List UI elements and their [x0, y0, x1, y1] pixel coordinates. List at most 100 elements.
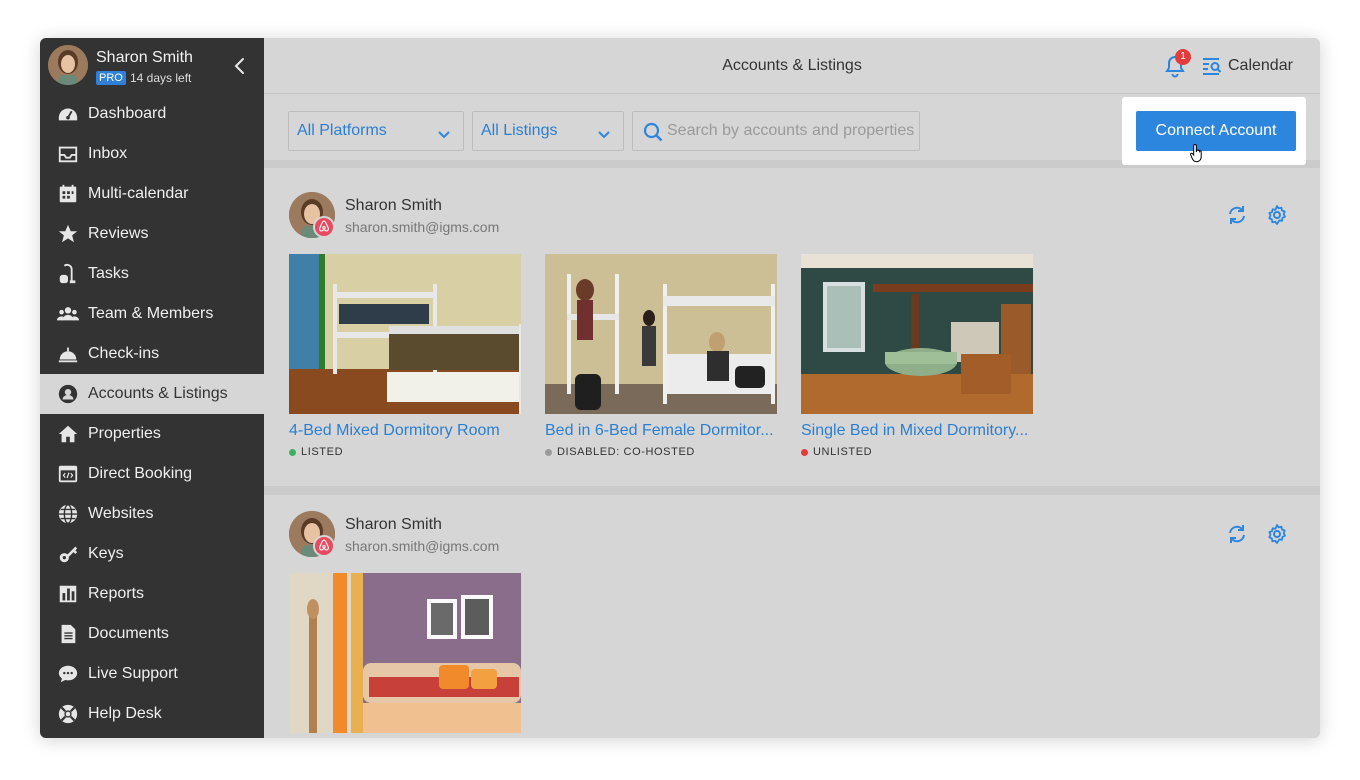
browser-code-icon: [56, 462, 80, 486]
account-name: Sharon Smith: [345, 516, 442, 533]
main-content: Accounts & Listings 1 Calendar All Platf…: [264, 38, 1320, 738]
service-bell-icon: [56, 342, 80, 366]
sidebar-item-label: Direct Booking: [88, 465, 193, 482]
calendar-grid-icon: [56, 182, 80, 206]
notification-count-badge: 1: [1175, 49, 1191, 65]
search-input[interactable]: [667, 112, 915, 150]
sidebar-item-live-support[interactable]: Live Support: [40, 654, 264, 694]
account-avatar: [289, 511, 335, 557]
sidebar-item-properties[interactable]: Properties: [40, 414, 264, 454]
team-icon: [56, 302, 80, 326]
sidebar-item-dashboard[interactable]: Dashboard: [40, 94, 264, 134]
account-avatar: [289, 192, 335, 238]
sidebar-item-documents[interactable]: Documents: [40, 614, 264, 654]
trial-text: 14 days left: [130, 71, 192, 85]
airbnb-icon: [313, 535, 335, 557]
sidebar-item-label: Documents: [88, 625, 169, 642]
chevron-down-icon: [437, 121, 451, 141]
listing-status: LISTED: [289, 446, 521, 458]
collapse-sidebar-icon[interactable]: [230, 54, 250, 78]
listing-status: DISABLED: CO-HOSTED: [545, 446, 777, 458]
sidebar-item-label: Check-ins: [88, 345, 160, 362]
sidebar-item-inbox[interactable]: Inbox: [40, 134, 264, 174]
status-dot: [289, 448, 296, 456]
listing-photo[interactable]: [545, 254, 777, 414]
listing-title[interactable]: Bed in 6-Bed Female Dormitor...: [545, 422, 777, 440]
listing-photo[interactable]: [289, 573, 521, 733]
app-window: Sharon Smith PRO 14 days left Dashboard …: [40, 38, 1320, 738]
account-email: sharon.smith@igms.com: [345, 219, 500, 235]
sync-icon[interactable]: [1226, 523, 1248, 545]
home-icon: [56, 422, 80, 446]
star-icon: [56, 222, 80, 246]
sidebar-item-label: Properties: [88, 425, 161, 442]
connect-account-button[interactable]: Connect Account: [1136, 111, 1296, 151]
settings-gear-icon[interactable]: [1266, 523, 1288, 545]
sidebar-item-direct-booking[interactable]: Direct Booking: [40, 454, 264, 494]
key-icon: [56, 542, 80, 566]
lifebuoy-icon: [56, 702, 80, 726]
sidebar-item-label: Multi-calendar: [88, 185, 189, 202]
listing-card[interactable]: Bed in 6-Bed Female Dormitor... DISABLED…: [545, 254, 777, 458]
platform-select-value: All Platforms: [297, 122, 387, 139]
status-text: DISABLED: CO-HOSTED: [557, 446, 695, 458]
search-icon: [643, 122, 663, 142]
sidebar-item-label: Inbox: [88, 145, 128, 162]
user-circle-icon: [56, 382, 80, 406]
listing-card[interactable]: Single Bed in Mixed Dormitory... UNLISTE…: [801, 254, 1033, 458]
chat-icon: [56, 662, 80, 686]
profile-header[interactable]: Sharon Smith PRO 14 days left: [40, 38, 264, 94]
dashboard-icon: [56, 102, 80, 126]
listing-photo[interactable]: [801, 254, 1033, 414]
sidebar-item-label: Team & Members: [88, 305, 214, 322]
sidebar-item-websites[interactable]: Websites: [40, 494, 264, 534]
status-text: LISTED: [301, 446, 344, 458]
sidebar-item-reviews[interactable]: Reviews: [40, 214, 264, 254]
filter-bar: All Platforms All Listings Connect Accou…: [264, 94, 1320, 168]
listing-title[interactable]: 4-Bed Mixed Dormitory Room: [289, 422, 521, 440]
sidebar-item-label: Tasks: [88, 265, 129, 282]
top-bar: Accounts & Listings 1 Calendar: [264, 38, 1320, 94]
sync-icon[interactable]: [1226, 204, 1248, 226]
sidebar-item-keys[interactable]: Keys: [40, 534, 264, 574]
sidebar-item-multi-calendar[interactable]: Multi-calendar: [40, 174, 264, 214]
calendar-link[interactable]: Calendar: [1202, 55, 1293, 77]
sidebar-item-label: Websites: [88, 505, 154, 522]
listing-photo[interactable]: [289, 254, 521, 414]
sidebar-item-label: Reports: [88, 585, 145, 602]
connect-account-highlight: Connect Account: [1122, 97, 1306, 165]
chevron-down-icon: [597, 121, 611, 141]
sidebar-item-label: Reviews: [88, 225, 149, 242]
sidebar-item-team-members[interactable]: Team & Members: [40, 294, 264, 334]
inbox-icon: [56, 142, 80, 166]
listing-card[interactable]: [289, 573, 521, 733]
sidebar-item-accounts-listings[interactable]: Accounts & Listings: [40, 374, 264, 414]
listings-select[interactable]: All Listings: [472, 111, 624, 151]
sidebar-item-check-ins[interactable]: Check-ins: [40, 334, 264, 374]
avatar[interactable]: [48, 45, 88, 85]
listing-title[interactable]: Single Bed in Mixed Dormitory...: [801, 422, 1033, 440]
calendar-search-icon: [1203, 58, 1222, 75]
section-divider: [264, 486, 1320, 495]
sidebar-item-label: Help Desk: [88, 705, 162, 722]
sidebar-item-help-desk[interactable]: Help Desk: [40, 694, 264, 734]
account-name: Sharon Smith: [345, 197, 442, 214]
plan-badge: PRO: [96, 71, 126, 85]
bar-chart-icon: [56, 582, 80, 606]
sidebar-item-label: Dashboard: [88, 105, 167, 122]
sidebar-item-label: Keys: [88, 545, 124, 562]
listing-status: UNLISTED: [801, 446, 1033, 458]
sidebar-item-tasks[interactable]: Tasks: [40, 254, 264, 294]
account-card: Sharon Smith sharon.smith@igms.com: [264, 176, 1320, 486]
globe-icon: [56, 502, 80, 526]
platform-select[interactable]: All Platforms: [288, 111, 464, 151]
sidebar-item-label: Accounts & Listings: [88, 385, 228, 402]
airbnb-icon: [313, 216, 335, 238]
sidebar-item-reports[interactable]: Reports: [40, 574, 264, 614]
status-text: UNLISTED: [813, 446, 873, 458]
status-dot: [545, 448, 552, 456]
settings-gear-icon[interactable]: [1266, 204, 1288, 226]
hand-cursor-icon: [1190, 143, 1206, 163]
search-box[interactable]: [632, 111, 920, 151]
listing-card[interactable]: 4-Bed Mixed Dormitory Room LISTED: [289, 254, 521, 458]
